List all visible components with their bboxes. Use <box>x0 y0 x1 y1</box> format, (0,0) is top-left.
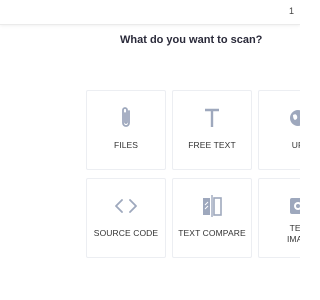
compare-icon <box>173 193 251 219</box>
option-source-code[interactable]: SOURCE CODE <box>86 178 166 258</box>
paperclip-icon <box>87 105 165 131</box>
option-text-image[interactable]: TEX IMAG <box>258 178 300 258</box>
image-icon <box>259 193 300 219</box>
option-url-label: UR <box>291 140 300 150</box>
top-bar-indicator: 1 <box>288 6 294 16</box>
page-heading: What do you want to scan? <box>120 34 263 46</box>
text-t-icon <box>173 105 251 131</box>
option-text-image-label: TEX IMAG <box>259 223 300 245</box>
globe-icon <box>259 105 300 131</box>
option-text-compare-label: TEXT COMPARE <box>178 228 246 238</box>
option-url[interactable]: UR <box>258 90 300 170</box>
option-files-label: FILES <box>113 140 139 150</box>
top-bar: 1 <box>0 0 300 25</box>
option-files[interactable]: FILES <box>86 90 166 170</box>
option-text-image-label-line1: TEX <box>289 223 300 233</box>
code-brackets-icon <box>87 193 165 219</box>
option-text-compare[interactable]: TEXT COMPARE <box>172 178 252 258</box>
option-source-code-label: SOURCE CODE <box>93 228 159 238</box>
option-free-text[interactable]: FREE TEXT <box>172 90 252 170</box>
option-free-text-label: FREE TEXT <box>188 140 236 150</box>
page: 1 What do you want to scan? FILES FREE T… <box>0 0 300 300</box>
option-text-image-label-line2: IMAG <box>286 234 300 244</box>
